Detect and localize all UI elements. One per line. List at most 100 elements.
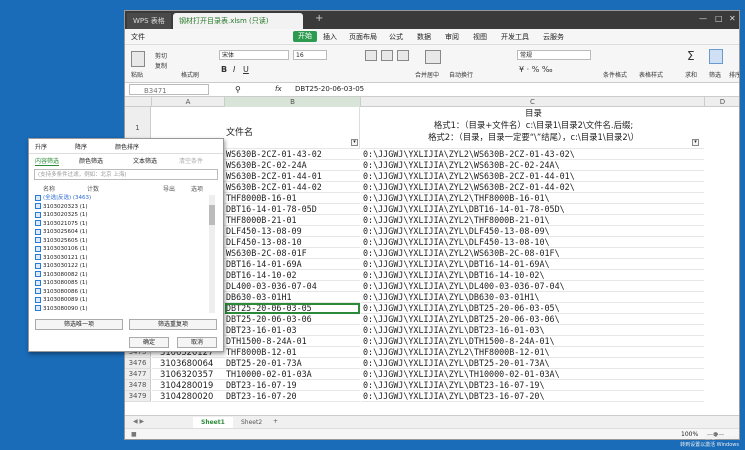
formula-input[interactable]: DBT25-20-06-03-05 <box>295 83 364 96</box>
cell-filename[interactable]: TH10000-02-01-03A <box>225 369 360 380</box>
checkbox[interactable] <box>35 245 41 252</box>
cell-directory[interactable]: 0:\JJGWJ\YXLIJIA\ZYL\DLF450-13-08-10\ <box>361 237 704 248</box>
cell-directory[interactable]: 0:\JJGWJ\YXLIJIA\ZYL\DBT25-20-06-03-06\ <box>361 314 704 325</box>
tab-wps-home[interactable]: WPS 表格 <box>127 13 171 29</box>
cell-filename[interactable]: WS630B-2CZ-01-43-02 <box>225 149 360 160</box>
sort-button[interactable]: 排序 <box>729 70 739 79</box>
cell-filename[interactable]: THF8000B-21-01 <box>225 215 360 226</box>
wrap-text-button[interactable]: 自动换行 <box>449 70 473 79</box>
row-header[interactable]: 3478 <box>125 380 151 391</box>
clear-conditions-button[interactable]: 清空条件 <box>179 156 203 165</box>
merge-button[interactable]: 合并居中 <box>415 70 439 79</box>
paste-icon[interactable] <box>131 51 145 67</box>
row-header[interactable]: 3479 <box>125 391 151 402</box>
filter-value-item[interactable]: 3103020323 (1) <box>35 203 203 212</box>
tab-color-filter[interactable]: 颜色筛选 <box>79 156 103 165</box>
cell-filename[interactable]: THF8000B-12-01 <box>225 347 360 358</box>
checkbox[interactable] <box>35 228 41 235</box>
filter-value-item[interactable]: 3103030121 (1) <box>35 254 203 263</box>
copy-button[interactable]: 复制 <box>155 61 167 70</box>
cell-code[interactable]: 3103680064 <box>152 358 225 369</box>
col-name-header[interactable]: 名称 <box>43 184 55 193</box>
format-painter-button[interactable]: 格式刷 <box>181 70 199 79</box>
maximize-icon[interactable]: □ <box>715 14 723 23</box>
cell-directory[interactable]: 0:\JJGWJ\YXLIJIA\ZYL\DBT23-16-07-19\ <box>361 380 704 391</box>
cell-directory[interactable]: 0:\JJGWJ\YXLIJIA\ZYL\TH10000-02-01-03A\ <box>361 369 704 380</box>
menu-developer[interactable]: 开发工具 <box>501 29 529 45</box>
cell-directory[interactable]: 0:\JJGWJ\YXLIJIA\ZYL\DB630-03-01H1\ <box>361 292 704 303</box>
cell-directory[interactable]: 0:\JJGWJ\YXLIJIA\ZYL2\THF8000B-16-01\ <box>361 193 704 204</box>
column-header-d[interactable]: D <box>705 97 739 107</box>
filter-value-item[interactable]: 3103030106 (1) <box>35 245 203 254</box>
checkbox[interactable] <box>35 279 41 286</box>
cell-filename[interactable]: WS630B-2CZ-01-44-02 <box>225 182 360 193</box>
filter-dropdown-c[interactable]: ▾ <box>692 139 699 146</box>
column-header-a[interactable]: A <box>152 97 225 107</box>
filter-value-item[interactable]: 3103080085 (1) <box>35 279 203 288</box>
checkbox[interactable] <box>35 296 41 303</box>
cell-directory[interactable]: 0:\JJGWJ\YXLIJIA\ZYL\DBT25-20-06-03-05\ <box>361 303 704 314</box>
header-cell-filename[interactable]: 文件名 <box>225 107 360 149</box>
cell-filename[interactable]: DBT16-14-01-69A <box>225 259 360 270</box>
font-family-select[interactable]: 宋体 <box>219 50 289 60</box>
merge-icon[interactable] <box>425 50 441 64</box>
cell-directory[interactable]: 0:\JJGWJ\YXLIJIA\ZYL2\THF8000B-12-01\ <box>361 347 704 358</box>
filter-value-item[interactable]: 3103080086 (1) <box>35 288 203 297</box>
filter-value-item[interactable]: 3103080089 (1) <box>35 296 203 305</box>
sheet-nav-icon[interactable]: ◀ ▶ <box>133 416 144 428</box>
sum-icon[interactable]: Σ <box>687 49 695 63</box>
minimize-icon[interactable]: — <box>699 14 707 23</box>
scroll-thumb[interactable] <box>209 205 215 225</box>
filter-value-item[interactable]: 3103021075 (1) <box>35 220 203 229</box>
cell-directory[interactable]: 0:\JJGWJ\YXLIJIA\ZYL2\WS630B-2CZ-01-44-0… <box>361 182 704 193</box>
cell-directory[interactable]: 0:\JJGWJ\YXLIJIA\ZYL\DBT16-14-10-02\ <box>361 270 704 281</box>
menu-home[interactable]: 开始 <box>293 31 317 42</box>
cell-filename[interactable]: DBT16-14-10-02 <box>225 270 360 281</box>
filter-search-input[interactable]: (支持多条件过滤，例如：北京 上海) <box>34 169 218 180</box>
cell-filename[interactable]: WS630B-2C-02-24A <box>225 160 360 171</box>
conditional-format-button[interactable]: 条件格式 <box>603 70 627 79</box>
sort-color-button[interactable]: 颜色排序 <box>115 142 139 151</box>
cell-filename[interactable]: WS630B-2CZ-01-44-01 <box>225 171 360 182</box>
number-format-select[interactable]: 常规 <box>517 50 591 60</box>
options-button[interactable]: 选项 <box>191 184 203 193</box>
column-header-c[interactable]: C <box>361 97 705 107</box>
menu-formula[interactable]: 公式 <box>389 29 403 45</box>
checkbox[interactable] <box>35 203 41 209</box>
cell-filename[interactable]: WS630B-2C-08-01F <box>225 248 360 259</box>
zoom-search-icon[interactable]: ⚲ <box>235 83 241 96</box>
new-tab-button[interactable]: + <box>315 13 323 24</box>
filter-button[interactable]: 筛选 <box>709 70 721 79</box>
menu-data[interactable]: 数据 <box>417 29 431 45</box>
filter-duplicate-button[interactable]: 筛选重复项 <box>129 319 217 330</box>
filter-value-item[interactable]: 3103080082 (1) <box>35 271 203 280</box>
column-header-b[interactable]: B <box>225 97 361 107</box>
cell-directory[interactable]: 0:\JJGWJ\YXLIJIA\ZYL2\WS630B-2C-02-24A\ <box>361 160 704 171</box>
cell-directory[interactable]: 0:\JJGWJ\YXLIJIA\ZYL2\WS630B-2CZ-01-43-0… <box>361 149 704 160</box>
filter-icon[interactable] <box>709 49 723 64</box>
select-all-corner[interactable] <box>125 97 152 107</box>
sort-asc-button[interactable]: 升序 <box>35 142 47 151</box>
cell-filename[interactable]: THF8000B-16-01 <box>225 193 360 204</box>
filter-value-item[interactable]: 3103030122 (1) <box>35 262 203 271</box>
align-top-icon[interactable] <box>365 50 377 61</box>
tab-content-filter[interactable]: 内容筛选 <box>35 156 60 166</box>
tab-text-filter[interactable]: 文本筛选 <box>133 156 157 165</box>
italic-button[interactable]: I <box>233 65 235 74</box>
cell-directory[interactable]: 0:\JJGWJ\YXLIJIA\ZYL\DBT16-14-01-69A\ <box>361 259 704 270</box>
menu-cloud[interactable]: 云服务 <box>543 29 564 45</box>
cell-filename[interactable]: DB630-03-01H1 <box>225 292 360 303</box>
cell-code[interactable]: 3104280019 <box>152 380 225 391</box>
menu-insert[interactable]: 插入 <box>323 29 337 45</box>
checkbox[interactable] <box>35 194 41 201</box>
menu-file[interactable]: 文件 <box>131 29 145 45</box>
cell-directory[interactable]: 0:\JJGWJ\YXLIJIA\ZYL2\WS630B-2C-08-01F\ <box>361 248 704 259</box>
checkbox[interactable] <box>35 220 41 226</box>
filter-value-item[interactable]: 3103025604 (1) <box>35 228 203 237</box>
menu-page-layout[interactable]: 页面布局 <box>349 29 377 45</box>
cell-directory[interactable]: 0:\JJGWJ\YXLIJIA\ZYL\DLF450-13-08-09\ <box>361 226 704 237</box>
cell-filename[interactable]: DBT16-14-01-78-05D <box>225 204 360 215</box>
underline-button[interactable]: U <box>243 65 249 74</box>
header-cell-directory[interactable]: 目录 格式1：（目录+文件名）c:\目录1\目录2\文件名.后缀; 格式2：（目… <box>361 107 704 149</box>
filter-value-item[interactable]: 3103080090 (1) <box>35 305 203 314</box>
